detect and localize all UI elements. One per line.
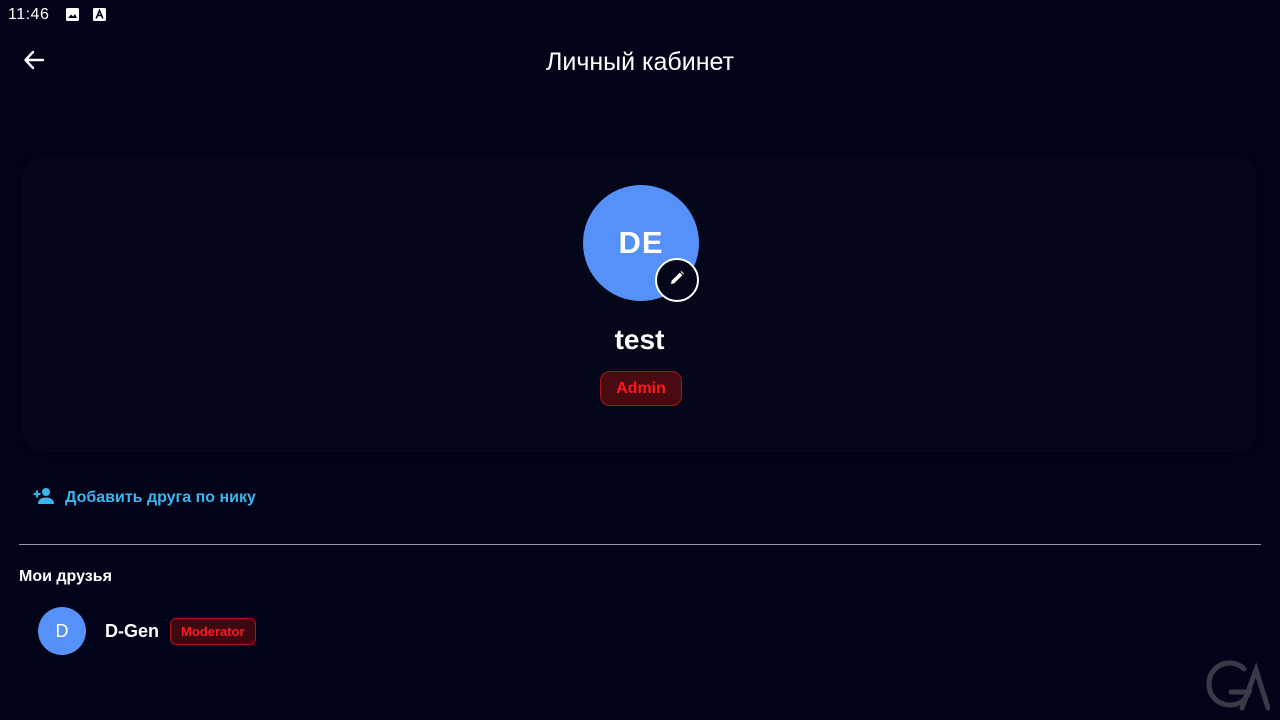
edit-avatar-button[interactable] [655,258,699,302]
friend-list-item[interactable]: D D-Gen Moderator [38,607,256,655]
app-bar: Личный кабинет [0,36,1280,88]
friend-name: D-Gen [105,620,159,641]
app-logo-icon [1204,656,1271,712]
role-badge: Admin [600,371,682,406]
friend-role-badge: Moderator [170,617,256,645]
friend-avatar: D [38,607,86,655]
a-icon [93,8,106,21]
friends-heading: Мои друзья [19,568,112,585]
pencil-icon [669,270,685,291]
add-friend-button[interactable]: Добавить друга по нику [33,485,256,511]
profile-card: DE test Admin [23,157,1256,452]
status-time: 11:46 [8,6,50,23]
image-icon [66,8,79,21]
status-bar: 11:46 [0,0,1280,30]
profile-screen: 11:46 Личный кабинет DE test Admin Добав… [0,0,1280,720]
person-add-icon [33,487,55,510]
page-title: Личный кабинет [545,48,735,76]
divider [19,544,1261,545]
add-friend-label: Добавить друга по нику [65,489,256,506]
username: test [614,324,665,355]
